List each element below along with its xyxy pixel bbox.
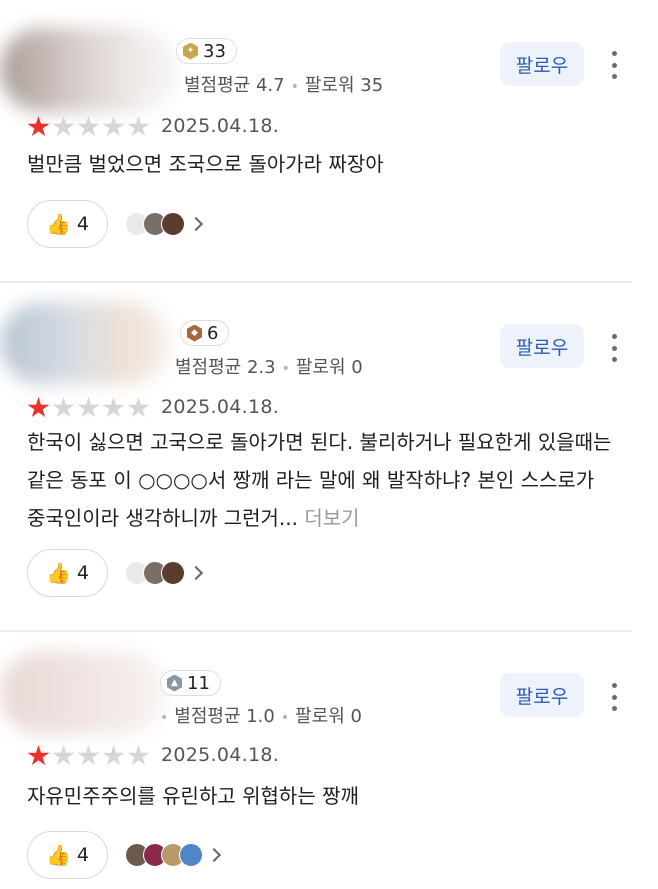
reactor-avatars-1[interactable] [125, 212, 204, 236]
star-empty-icon [127, 397, 150, 418]
like-count: 4 [76, 562, 89, 584]
star-empty-icon [102, 397, 125, 418]
star-empty-icon [127, 116, 150, 137]
star-rating-3 [27, 745, 150, 767]
star-empty-icon [127, 745, 150, 766]
star-filled-icon [27, 745, 50, 766]
like-button-1[interactable]: 👍 4 [27, 200, 108, 248]
star-empty-icon [77, 116, 100, 137]
review-date-1: 2025.04.18. [161, 115, 280, 137]
star-rating-2 [27, 397, 150, 419]
rating-average: 별점평균 1.0 [174, 706, 275, 727]
level-badge-2: ◆ 6 [180, 320, 230, 346]
rating-average: 별점평균 4.7 [184, 75, 285, 96]
star-empty-icon [52, 397, 75, 418]
badge-count: 11 [187, 672, 210, 694]
reviewer-avatar-1[interactable] [0, 28, 176, 112]
star-filled-icon [27, 397, 50, 418]
level-badge-3: ▲ 11 [160, 670, 221, 696]
follower-count: 팔로워 0 [295, 706, 362, 727]
more-options-icon[interactable] [609, 334, 619, 362]
star-filled-icon [27, 116, 50, 137]
star-empty-icon [102, 116, 125, 137]
reviewer-avatar-2[interactable] [0, 302, 170, 384]
follow-button-2[interactable]: 팔로우 [500, 324, 584, 368]
like-count: 4 [76, 213, 89, 235]
like-button-3[interactable]: 👍 4 [27, 831, 108, 879]
like-button-2[interactable]: 👍 4 [27, 549, 108, 597]
reactor-avatar [161, 561, 185, 585]
thumbs-up-icon: 👍 [46, 561, 71, 585]
reactor-avatars-3[interactable] [125, 843, 222, 867]
reactor-avatars-2[interactable] [125, 561, 204, 585]
review-text-2: 한국이 싫으면 고국으로 돌아가면 된다. 불리하거나 필요한게 있을때는 같은… [27, 423, 617, 537]
follow-button-3[interactable]: 팔로우 [500, 673, 584, 717]
review-date-3: 2025.04.18. [161, 744, 280, 766]
read-more-link[interactable]: 더보기 [304, 506, 359, 530]
more-options-icon[interactable] [609, 683, 619, 711]
chevron-right-icon[interactable] [188, 565, 204, 581]
chevron-right-icon[interactable] [206, 847, 222, 863]
star-empty-icon [52, 116, 75, 137]
star-empty-icon [102, 745, 125, 766]
bronze-badge-icon: ◆ [187, 324, 202, 342]
review-divider [0, 281, 632, 283]
review-divider [0, 630, 632, 632]
diamond-badge-icon: ✦ [183, 42, 198, 60]
thumbs-up-icon: 👍 [46, 212, 71, 236]
like-count: 4 [76, 844, 89, 866]
level-badge-1: ✦ 33 [176, 38, 237, 64]
star-empty-icon [77, 745, 100, 766]
review-text-1: 벌만큼 벌었으면 조국으로 돌아가라 짜장아 [27, 145, 617, 183]
reviewer-meta-3: • 별점평균 1.0 • 팔로워 0 [160, 706, 362, 727]
review-date-2: 2025.04.18. [161, 396, 280, 418]
thumbs-up-icon: 👍 [46, 843, 71, 867]
review-body: 벌만큼 벌었으면 조국으로 돌아가라 짜장아 [27, 152, 384, 176]
star-rating-1 [27, 116, 150, 138]
review-text-3: 자유민주주의를 유린하고 위협하는 짱깨 [27, 777, 617, 815]
reactor-avatar [179, 843, 203, 867]
silver-badge-icon: ▲ [167, 674, 182, 692]
review-body: 자유민주주의를 유린하고 위협하는 짱깨 [27, 784, 359, 808]
rating-average: 별점평균 2.3 [175, 357, 276, 378]
follower-count: 팔로워 35 [304, 75, 384, 96]
star-empty-icon [52, 745, 75, 766]
star-empty-icon [77, 397, 100, 418]
chevron-right-icon[interactable] [188, 216, 204, 232]
badge-count: 6 [207, 322, 219, 344]
follow-button-1[interactable]: 팔로우 [500, 42, 584, 86]
reviewer-meta-1: 별점평균 4.7 • 팔로워 35 [184, 75, 384, 96]
reviewer-avatar-3[interactable] [0, 652, 165, 734]
reactor-avatar [161, 212, 185, 236]
more-options-icon[interactable] [609, 51, 619, 79]
follower-count: 팔로워 0 [295, 357, 363, 378]
badge-count: 33 [203, 40, 226, 62]
reviewer-meta-2: 별점평균 2.3 • 팔로워 0 [175, 357, 363, 378]
